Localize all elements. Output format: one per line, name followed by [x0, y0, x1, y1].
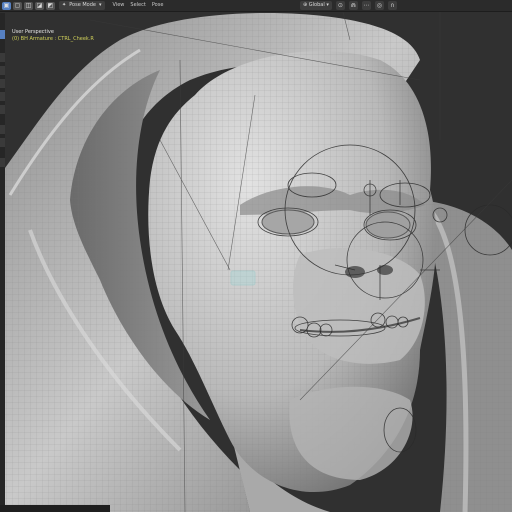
measure-tool[interactable]	[0, 138, 5, 147]
selected-bone-ctrl-cheek[interactable]	[230, 270, 256, 286]
snap-magnet-icon[interactable]: ⋒	[348, 1, 358, 10]
snap-options-icon[interactable]: ⋯	[361, 1, 371, 10]
orientation-label: Global	[308, 2, 325, 8]
select-mode-icon[interactable]: ▢	[13, 1, 22, 10]
select-subtract-icon[interactable]: ◪	[35, 1, 44, 10]
select-intersect-icon[interactable]: ◩	[46, 1, 55, 10]
header-right-tools: ⊕ Global ▾ ⊙ ⋒ ⋯ ◎ ∩	[300, 1, 397, 10]
mode-dropdown[interactable]: ✦ Pose Mode ▾	[59, 1, 105, 10]
annotate-tool[interactable]	[0, 125, 5, 134]
transform-tool[interactable]	[0, 105, 5, 114]
move-tool[interactable]	[0, 66, 5, 75]
pose-mode-icon: ✦	[62, 2, 67, 8]
rotate-tool[interactable]	[0, 79, 5, 88]
proportional-edit-icon[interactable]: ◎	[374, 1, 384, 10]
scale-tool[interactable]	[0, 92, 5, 101]
select-box-tool[interactable]	[0, 30, 5, 39]
transform-pivot-icon[interactable]: ⊙	[335, 1, 345, 10]
chevron-down-icon: ▾	[99, 2, 102, 8]
menu-view[interactable]: View	[113, 1, 125, 10]
bone-tool[interactable]	[0, 158, 5, 167]
eye-right	[365, 211, 411, 239]
tool-shelf	[0, 13, 5, 512]
perspective-label: User Perspective	[12, 29, 54, 35]
proportional-falloff-icon[interactable]: ∩	[387, 1, 397, 10]
menu-select[interactable]: Select	[130, 1, 145, 10]
3d-viewport[interactable]	[0, 0, 512, 512]
transform-orientation-dropdown[interactable]: ⊕ Global ▾	[300, 1, 332, 10]
chevron-down-icon: ▾	[326, 2, 329, 8]
active-object-info: (0) BH Armature : CTRL_Cheek.R	[12, 36, 94, 42]
viewport-header: ▣ ▢ ◫ ◪ ◩ ✦ Pose Mode ▾ View Select Pose…	[0, 0, 512, 12]
select-extend-icon[interactable]: ◫	[24, 1, 33, 10]
menu-pose[interactable]: Pose	[152, 1, 164, 10]
orientation-icon: ⊕	[303, 2, 308, 8]
cursor-tool[interactable]	[0, 53, 5, 62]
viewport-menu: View Select Pose	[113, 1, 164, 10]
status-bar	[0, 505, 110, 512]
editor-type-button[interactable]: ▣	[2, 1, 11, 10]
mode-label: Pose Mode	[69, 2, 96, 8]
